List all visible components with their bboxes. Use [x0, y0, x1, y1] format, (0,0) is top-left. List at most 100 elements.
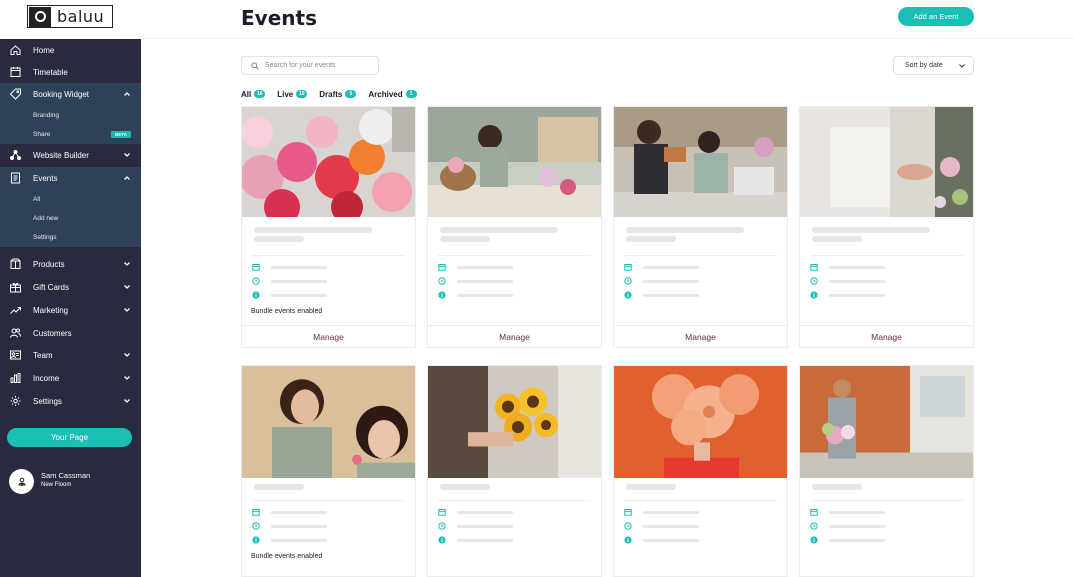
subtitle-placeholder [440, 236, 490, 242]
manage-button[interactable]: Manage [614, 325, 787, 347]
info-icon [810, 536, 818, 544]
team-icon [10, 350, 21, 360]
subtitle-placeholder [626, 236, 676, 242]
detail-placeholder [271, 539, 327, 542]
calendar-icon [438, 264, 446, 271]
event-card[interactable]: Bundle events enabled Manage [241, 106, 416, 348]
card-divider [252, 500, 405, 501]
event-card[interactable]: Bundle events enabled [241, 365, 416, 577]
user-name: Sam Cassman [41, 471, 91, 480]
calendar-icon [438, 509, 446, 516]
chevron-down-icon [124, 153, 130, 157]
sunflowers-photo [428, 366, 601, 478]
sidebar-item-timetable[interactable]: Timetable [0, 61, 141, 83]
sidebar: baluu Home Timetable Booking Widget Bran… [0, 0, 141, 577]
sidebar-subitem-label: Settings [33, 234, 57, 241]
event-card[interactable]: Manage [799, 106, 974, 348]
sidebar-item-label: Team [33, 351, 53, 360]
calendar-icon [810, 264, 818, 271]
tab-label: Live [277, 89, 294, 99]
detail-placeholder [643, 280, 699, 283]
sidebar-item-team[interactable]: Team [0, 344, 141, 367]
sidebar-item-home[interactable]: Home [0, 39, 141, 61]
title-placeholder [626, 484, 676, 490]
sidebar-subitem-branding[interactable]: Branding [0, 106, 141, 125]
sidebar-item-settings[interactable]: Settings [0, 390, 141, 413]
sidebar-item-booking-widget[interactable]: Booking Widget [0, 83, 141, 106]
tab-live[interactable]: Live 10 [277, 89, 308, 99]
sidebar-item-events[interactable]: Events [0, 167, 141, 190]
sidebar-subitem-add-new[interactable]: Add new [0, 209, 141, 228]
sort-label: Sort by date [905, 62, 943, 69]
trend-icon [10, 307, 21, 314]
card-divider [438, 255, 591, 256]
event-card[interactable] [427, 365, 602, 577]
sidebar-item-marketing[interactable]: Marketing [0, 299, 141, 322]
detail-placeholder [643, 511, 699, 514]
sidebar-item-label: Website Builder [33, 151, 89, 160]
info-icon [810, 291, 818, 299]
subtitle-placeholder [254, 236, 304, 242]
sidebar-item-website-builder[interactable]: Website Builder [0, 144, 141, 167]
detail-placeholder [457, 266, 513, 269]
gift-icon [10, 282, 21, 293]
card-divider [252, 255, 405, 256]
sidebar-subitem-all[interactable]: All [0, 190, 141, 209]
search-box[interactable] [241, 56, 379, 75]
tab-archived[interactable]: Archived 1 [368, 89, 417, 99]
user-shop-name: New Floom [41, 482, 72, 488]
detail-placeholder [271, 525, 327, 528]
info-icon [252, 291, 260, 299]
event-filter-tabs: All 16 Live 10 Drafts 5 Archived 1 [241, 88, 429, 100]
bundle-status-text: Bundle events enabled [251, 308, 323, 315]
manage-button[interactable]: Manage [800, 325, 973, 347]
sidebar-item-customers[interactable]: Customers [0, 322, 141, 344]
sidebar-item-label: Home [33, 45, 55, 55]
clock-icon [438, 277, 446, 285]
event-card[interactable] [799, 365, 974, 577]
sidebar-subitem-share[interactable]: Share BETA [0, 125, 141, 144]
tab-all[interactable]: All 16 [241, 89, 266, 99]
gear-icon [10, 396, 21, 406]
event-card[interactable]: Manage [613, 106, 788, 348]
detail-placeholder [643, 525, 699, 528]
chevron-down-icon [959, 64, 965, 68]
tab-label: All [241, 89, 252, 99]
florists-with-tablet-photo [614, 107, 787, 217]
tab-label: Archived [368, 89, 403, 99]
calendar-icon [810, 509, 818, 516]
detail-placeholder [829, 539, 885, 542]
count-badge: 10 [296, 90, 308, 98]
sidebar-subitem-label: All [33, 196, 41, 203]
sidebar-item-label: Gift Cards [33, 283, 70, 292]
sidebar-subitem-settings[interactable]: Settings [0, 228, 141, 247]
detail-placeholder [271, 280, 327, 283]
chevron-down-icon [124, 262, 130, 266]
title-placeholder [254, 227, 372, 233]
sidebar-item-gift-cards[interactable]: Gift Cards [0, 276, 141, 299]
your-page-button[interactable]: Your Page [7, 428, 132, 447]
bundle-status-text: Bundle events enabled [251, 553, 323, 560]
info-icon [438, 291, 446, 299]
sidebar-item-label: Settings [33, 397, 62, 406]
title-placeholder [254, 484, 304, 490]
sort-dropdown[interactable]: Sort by date [893, 56, 974, 75]
manage-button[interactable]: Manage [242, 325, 415, 347]
baluu-logo[interactable]: baluu [27, 5, 113, 28]
flower-bouquets-photo [242, 107, 415, 217]
search-input[interactable] [265, 62, 375, 69]
add-event-button[interactable]: Add an Event [898, 7, 974, 26]
sidebar-item-label: Events [33, 174, 58, 183]
user-profile[interactable]: Sam Cassman New Floom [9, 468, 134, 494]
event-card[interactable]: Manage [427, 106, 602, 348]
sidebar-item-label: Timetable [33, 67, 68, 77]
sidebar-item-products[interactable]: Products [0, 253, 141, 276]
event-card[interactable] [613, 365, 788, 577]
logo-mark-icon [29, 6, 51, 27]
tab-drafts[interactable]: Drafts 5 [319, 90, 357, 99]
avatar [9, 469, 34, 494]
manage-button[interactable]: Manage [428, 325, 601, 347]
title-placeholder [440, 484, 490, 490]
sidebar-item-income[interactable]: Income [0, 367, 141, 390]
search-icon [251, 61, 259, 70]
